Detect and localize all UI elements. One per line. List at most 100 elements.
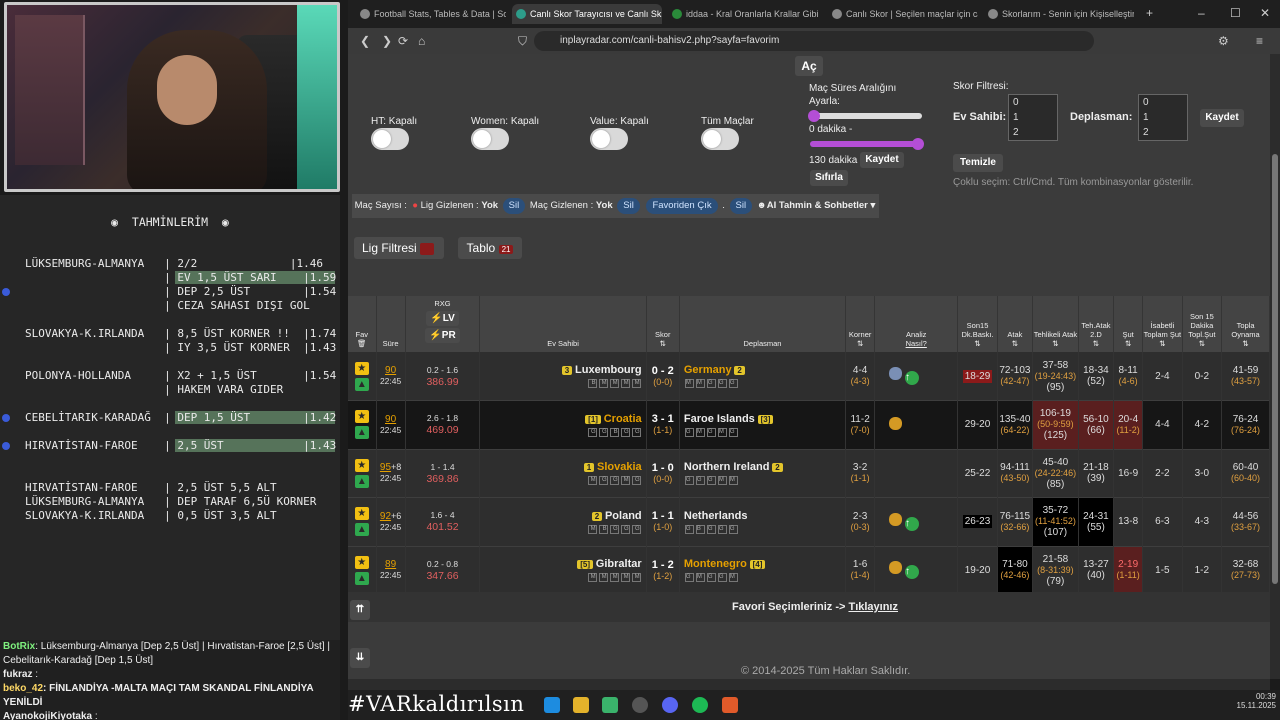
ai-menu-button[interactable]: ☻AI Tahmin & Sohbetler ▾ [757, 200, 876, 211]
fav-clear-button[interactable]: Sil [729, 198, 753, 214]
away-team[interactable]: Northern Ireland [684, 461, 770, 473]
match-row[interactable]: ★ ▲ 95+8 22:45 1 - 1.4 369.86 1 Slovakia M G G… [348, 449, 1270, 498]
home-team[interactable]: Slovakia [597, 461, 642, 473]
col-atak[interactable]: Atak ⇅ [997, 296, 1034, 352]
reload-icon[interactable]: ⟳ [398, 34, 408, 48]
teh2-cell: 56-10 (66) [1078, 400, 1115, 449]
star-icon[interactable]: ★ [354, 507, 369, 521]
vertical-scrollbar[interactable] [1270, 54, 1280, 679]
home-team[interactable]: Poland [605, 510, 642, 522]
tab-skorlarim[interactable]: Skorlarım - Senin için Kişiselleştirilm [984, 4, 1134, 24]
how-link[interactable]: Nasıl? [906, 339, 927, 348]
forward-icon[interactable]: ❯ [382, 34, 392, 48]
value-toggle[interactable] [590, 128, 628, 150]
col-away[interactable]: Deplasman [679, 296, 847, 352]
star-icon[interactable]: ★ [354, 555, 369, 569]
pr-button[interactable]: ⚡PR [425, 328, 460, 343]
match-row[interactable]: ★ ▲ 90 22:45 2.6 - 1.8 469.09 [1] Croatia G G… [348, 400, 1270, 449]
lv-button[interactable]: ⚡LV [426, 311, 459, 326]
away-team[interactable]: Germany [684, 364, 732, 376]
home-team[interactable]: Croatia [604, 413, 642, 425]
son15-cell: 26-23 [957, 497, 998, 546]
son15-cell: 29-20 [957, 400, 998, 449]
star-icon[interactable]: ★ [354, 410, 369, 424]
col-home[interactable]: Ev Sahibi [479, 296, 647, 352]
match-clear-button[interactable]: Sil [617, 198, 640, 214]
chart-icon[interactable]: ▲ [354, 523, 369, 537]
star-icon[interactable]: ★ [354, 458, 369, 472]
slider-thumb[interactable] [808, 110, 820, 122]
horizontal-scrollbar[interactable] [348, 679, 1270, 690]
col-fav[interactable]: Fav 🗑 [348, 296, 377, 352]
notes-icon[interactable] [602, 697, 618, 713]
url-input[interactable]: inplayradar.com/canli-bahisv2.php?sayfa=… [534, 31, 1094, 51]
score-save-button[interactable]: Kaydet [1200, 109, 1244, 127]
discord-icon[interactable] [662, 697, 678, 713]
col-sut[interactable]: Şut ⇅ [1113, 296, 1144, 352]
chart-icon[interactable]: ▲ [354, 474, 369, 488]
col-son15sut[interactable]: Son 15 Dakika Topl.Şut ⇅ [1182, 296, 1223, 352]
remove-favorite-button[interactable]: Favoriden Çık [646, 198, 718, 214]
home-score-select[interactable]: 012 [1008, 94, 1058, 141]
maximize-button[interactable]: ☐ [1230, 6, 1241, 20]
home-team[interactable]: Gibraltar [596, 558, 642, 570]
match-row[interactable]: ★ ▲ 92+6 22:45 1.6 - 4 401.52 2 Poland M B G G G… [348, 497, 1270, 546]
tab-football-stats[interactable]: Football Stats, Tables & Data | Socc [356, 4, 506, 24]
system-clock[interactable]: 00:39 15.11.2025 [1232, 692, 1276, 710]
range-slider-min[interactable] [808, 110, 922, 122]
back-icon[interactable]: ❮ [360, 34, 370, 48]
new-tab-button[interactable]: + [1146, 6, 1153, 20]
away-team[interactable]: Netherlands [684, 510, 748, 522]
tab-canli-skor-secilen[interactable]: Canlı Skor | Seçilen maçlar için canl [828, 4, 978, 24]
spotify-icon[interactable] [692, 697, 708, 713]
table-button[interactable]: Tablo 21 [458, 237, 522, 259]
col-son15[interactable]: Son15 Dk.Baskı. ⇅ [957, 296, 998, 352]
col-corner[interactable]: Korner ⇅ [845, 296, 876, 352]
away-team[interactable]: Montenegro [684, 558, 747, 570]
file-explorer-icon[interactable] [573, 697, 589, 713]
col-isabet[interactable]: İsabetli Toplam Şut ⇅ [1142, 296, 1183, 352]
home-team[interactable]: Luxembourg [575, 364, 642, 376]
brave-icon[interactable] [722, 697, 738, 713]
col-rxg[interactable]: RXG ⚡LV ⚡PR [405, 296, 481, 352]
minimize-button[interactable]: – [1198, 6, 1205, 20]
clear-button[interactable]: Temizle [953, 154, 1003, 172]
extensions-icon[interactable]: ⚙ [1218, 34, 1229, 48]
col-topla[interactable]: Topla Oynama ⇅ [1221, 296, 1270, 352]
col-score[interactable]: Skor ⇅ [646, 296, 680, 352]
close-window-button[interactable]: ✕ [1260, 6, 1270, 20]
all-matches-toggle[interactable] [701, 128, 739, 150]
away-team[interactable]: Faroe Islands [684, 413, 755, 425]
bookmark-icon[interactable]: ⛉ [518, 34, 527, 49]
home-icon[interactable]: ⌂ [418, 34, 425, 48]
range-save-button[interactable]: Kaydet [860, 152, 904, 168]
scroll-down-button[interactable]: ⇊ [350, 648, 370, 668]
tab-iddaa[interactable]: iddaa - Kral Oranlarla Krallar Gibi K [668, 4, 818, 24]
reset-button[interactable]: Sıfırla [810, 170, 848, 186]
menu-icon[interactable]: ≡ [1256, 34, 1263, 48]
ht-toggle[interactable] [371, 128, 409, 150]
windows-start-icon[interactable] [544, 697, 560, 713]
star-icon[interactable]: ★ [354, 361, 369, 375]
click-here-link[interactable]: Tıklayınız [848, 601, 898, 613]
match-row[interactable]: ★ ▲ 89 22:45 0.2 - 0.8 347.66 [5] Gibraltar… [348, 546, 1270, 595]
chart-icon[interactable]: ▲ [354, 377, 369, 391]
away-score-select[interactable]: 012 [1138, 94, 1188, 141]
col-tehlikeli[interactable]: Tehlikeli Atak ⇅ [1032, 296, 1079, 352]
col-teh2[interactable]: Teh.Atak 2.D ⇅ [1078, 296, 1115, 352]
scroll-up-button[interactable]: ⇈ [350, 600, 370, 620]
range-slider-max[interactable] [810, 138, 924, 150]
league-filter-button[interactable]: Lig Filtresi [354, 237, 444, 259]
col-sure[interactable]: Süre [376, 296, 406, 352]
isabet-cell: 1-5 [1142, 546, 1183, 595]
chart-icon[interactable]: ▲ [354, 426, 369, 440]
women-toggle[interactable] [471, 128, 509, 150]
chart-icon[interactable]: ▲ [354, 571, 369, 585]
tab-canli-skor[interactable]: Canlı Skor Tarayıcısı ve Canlı Sk [512, 4, 662, 24]
match-row[interactable]: ★ ▲ 90 22:45 0.2 - 1.6 386.99 3 Luxembourg B… [348, 352, 1270, 401]
slider-thumb[interactable] [912, 138, 924, 150]
league-clear-button[interactable]: Sil [502, 198, 526, 214]
prediction-line: HIRVATİSTAN-FAROE | 2,5 ÜST 5,5 ALT [25, 481, 277, 494]
ac-button[interactable]: Aç [795, 56, 823, 76]
obs-icon[interactable] [632, 697, 648, 713]
